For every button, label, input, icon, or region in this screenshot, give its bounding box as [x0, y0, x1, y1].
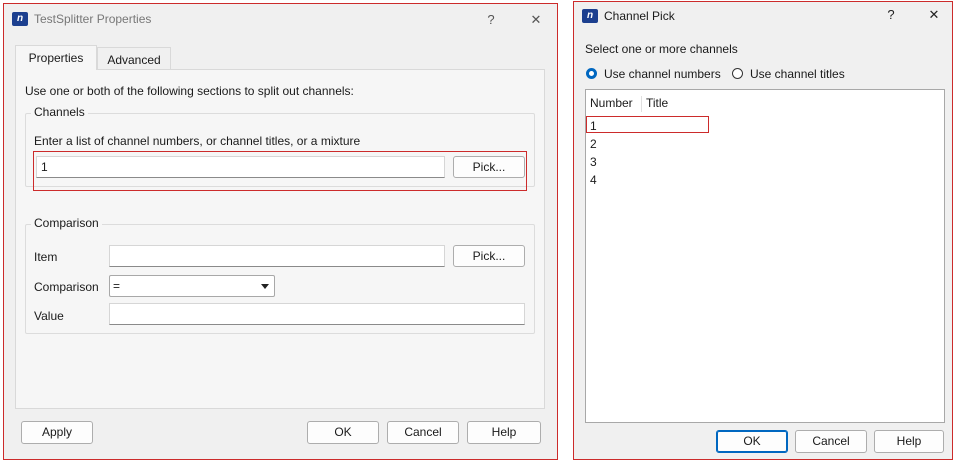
- help-icon[interactable]: ?: [878, 3, 904, 27]
- comparison-group-title: Comparison: [31, 216, 102, 230]
- channel-list[interactable]: Number Title 1 2 3 4: [585, 89, 945, 423]
- app-logo-icon: n: [582, 9, 598, 23]
- radio-unselected-icon: [732, 68, 743, 79]
- testsplitter-properties-dialog: n TestSplitter Properties ? ✕ Properties…: [3, 3, 558, 460]
- ok-button[interactable]: OK: [716, 430, 788, 453]
- radio-label: Use channel titles: [750, 67, 845, 81]
- item-pick-button[interactable]: Pick...: [453, 245, 525, 267]
- help-button[interactable]: Help: [467, 421, 541, 444]
- value-input[interactable]: [109, 303, 525, 325]
- tab-page-properties: Use one or both of the following section…: [15, 69, 545, 409]
- title-bar[interactable]: n TestSplitter Properties ? ✕: [4, 4, 557, 36]
- row-number: 2: [590, 137, 597, 151]
- intro-text: Use one or both of the following section…: [25, 84, 354, 98]
- tab-label: Advanced: [107, 53, 161, 67]
- radio-label: Use channel numbers: [604, 67, 721, 81]
- help-icon[interactable]: ?: [478, 8, 504, 32]
- pick-instruction: Select one or more channels: [585, 42, 738, 56]
- radio-use-channel-numbers[interactable]: Use channel numbers: [585, 66, 725, 82]
- tab-label: Properties: [28, 51, 84, 65]
- column-header-title[interactable]: Title: [646, 96, 706, 112]
- table-row[interactable]: 3: [587, 153, 943, 170]
- comparison-select[interactable]: =: [109, 275, 275, 297]
- channels-highlight: [33, 151, 527, 191]
- channels-group-title: Channels: [31, 105, 88, 119]
- channels-hint: Enter a list of channel numbers, or chan…: [34, 134, 361, 148]
- tab-properties[interactable]: Properties: [15, 45, 97, 70]
- cancel-button[interactable]: Cancel: [795, 430, 867, 453]
- item-label: Item: [34, 250, 58, 264]
- radio-selected-icon: [586, 68, 597, 79]
- app-logo-icon: n: [12, 12, 28, 26]
- title-bar[interactable]: n Channel Pick ? ✕: [574, 2, 952, 30]
- help-button[interactable]: Help: [874, 430, 944, 453]
- dialog-title: TestSplitter Properties: [34, 12, 152, 26]
- item-input[interactable]: [109, 245, 445, 267]
- cancel-button[interactable]: Cancel: [387, 421, 459, 444]
- close-icon[interactable]: ✕: [921, 3, 947, 27]
- row-number: 4: [590, 173, 597, 187]
- radio-use-channel-titles[interactable]: Use channel titles: [731, 66, 861, 82]
- tab-advanced[interactable]: Advanced: [97, 47, 171, 70]
- row-number: 3: [590, 155, 597, 169]
- table-row[interactable]: 2: [587, 135, 943, 152]
- comparison-label: Comparison: [34, 280, 99, 294]
- column-header-number[interactable]: Number: [590, 96, 642, 112]
- ok-button[interactable]: OK: [307, 421, 379, 444]
- dialog-title: Channel Pick: [604, 9, 675, 23]
- table-row[interactable]: 4: [587, 171, 943, 188]
- chevron-down-icon: [261, 284, 269, 289]
- close-icon[interactable]: ✕: [523, 8, 549, 32]
- apply-button[interactable]: Apply: [21, 421, 93, 444]
- comparison-select-value: =: [113, 279, 121, 293]
- row-highlight: [586, 116, 709, 133]
- comparison-group: Comparison Item Pick... Comparison = Val…: [25, 216, 535, 334]
- channel-pick-dialog: n Channel Pick ? ✕ Select one or more ch…: [573, 1, 953, 460]
- value-label: Value: [34, 309, 64, 323]
